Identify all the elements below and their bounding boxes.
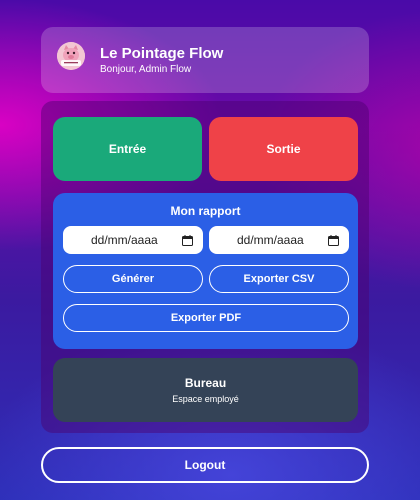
bureau-card[interactable]: Bureau Espace employé bbox=[53, 358, 358, 422]
bureau-subtitle: Espace employé bbox=[172, 394, 239, 404]
calendar-icon[interactable] bbox=[328, 234, 339, 246]
sortie-button[interactable]: Sortie bbox=[209, 117, 358, 181]
greeting-text: Bonjour, Admin Flow bbox=[100, 64, 192, 75]
report-card: Mon rapport dd/mm/aaaa dd/mm/aaaa Génére… bbox=[53, 193, 358, 349]
date-from-input[interactable]: dd/mm/aaaa bbox=[63, 226, 203, 254]
calendar-icon[interactable] bbox=[182, 234, 193, 246]
generate-button[interactable]: Générer bbox=[63, 265, 203, 293]
export-pdf-button[interactable]: Exporter PDF bbox=[63, 304, 349, 332]
report-title: Mon rapport bbox=[170, 204, 241, 218]
entree-button[interactable]: Entrée bbox=[53, 117, 202, 181]
date-to-placeholder: dd/mm/aaaa bbox=[237, 233, 304, 247]
bureau-title: Bureau bbox=[184, 376, 227, 390]
pig-mascot-icon bbox=[57, 42, 85, 70]
main-panel: Entrée Sortie Mon rapport dd/mm/aaaa dd/… bbox=[41, 101, 369, 433]
logout-button[interactable]: Logout bbox=[41, 447, 369, 483]
app-title: Le Pointage Flow bbox=[100, 45, 224, 62]
header-card: Le Pointage Flow Bonjour, Admin Flow bbox=[41, 27, 369, 93]
date-to-input[interactable]: dd/mm/aaaa bbox=[209, 226, 349, 254]
export-csv-button[interactable]: Exporter CSV bbox=[209, 265, 349, 293]
date-from-placeholder: dd/mm/aaaa bbox=[91, 233, 158, 247]
